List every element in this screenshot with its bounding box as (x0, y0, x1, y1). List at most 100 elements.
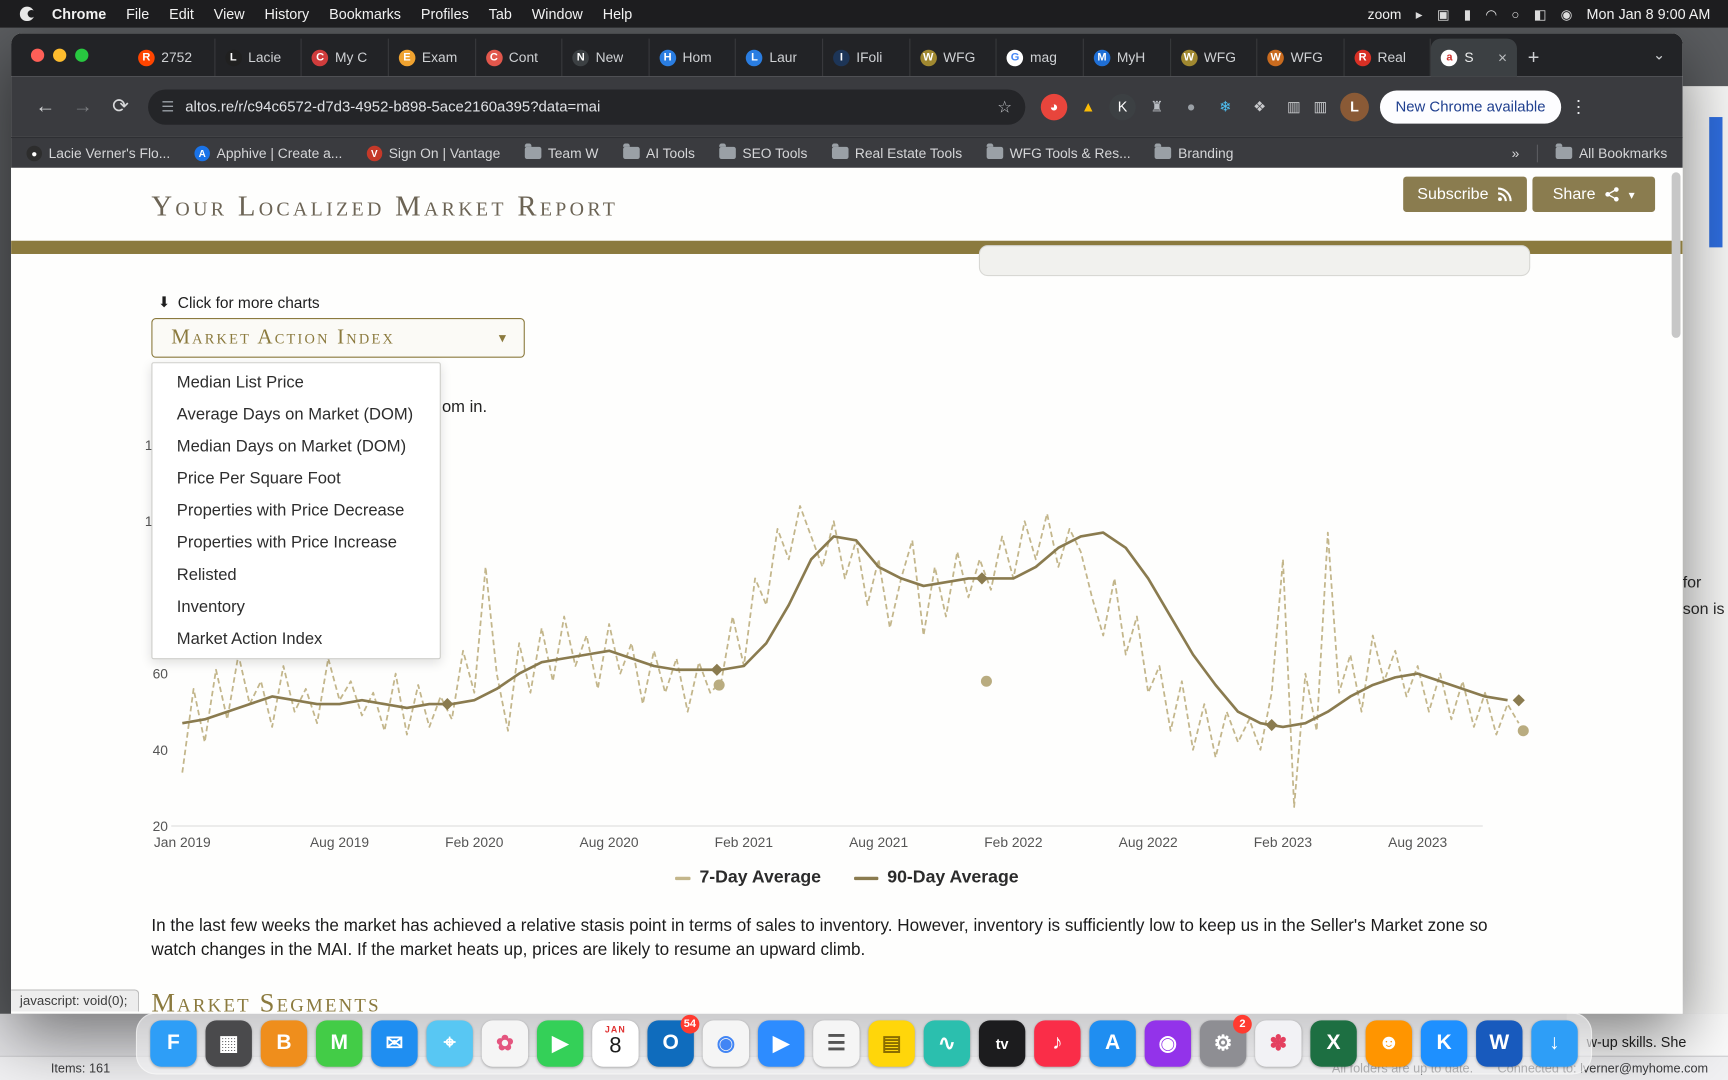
reload-button[interactable]: ⟳ (102, 95, 140, 118)
dock-icon-word[interactable]: W (1476, 1020, 1523, 1067)
close-window-button[interactable] (30, 48, 45, 62)
chart-menu-item[interactable]: Median Days on Market (DOM) (152, 431, 439, 463)
zoom-window-button[interactable] (75, 48, 89, 62)
back-button[interactable]: ← (27, 95, 65, 118)
chart-menu-item[interactable]: Median List Price (152, 367, 439, 399)
bookmark-item[interactable]: ● Lacie Verner's Flo... (26, 145, 170, 161)
new-chrome-available-button[interactable]: New Chrome available (1379, 89, 1561, 124)
browser-tab[interactable]: C My C (302, 38, 389, 77)
menu-item-help[interactable]: Help (603, 6, 633, 23)
dock-icon-keynote[interactable]: K (1420, 1020, 1468, 1067)
gray-extension-icon[interactable]: ● (1178, 93, 1205, 120)
browser-tab[interactable]: H Hom (649, 38, 737, 77)
k-extension-icon[interactable]: K (1109, 93, 1136, 120)
chart-menu-item[interactable]: Price Per Square Foot (152, 463, 439, 495)
dock-icon-calendar[interactable]: JAN 8 (592, 1020, 639, 1067)
menu-item-view[interactable]: View (214, 6, 245, 23)
bookmark-item[interactable]: Real Estate Tools (831, 143, 962, 161)
dock-icon-launchpad[interactable]: ▦ (205, 1020, 252, 1067)
page-scrollbar-thumb[interactable] (1671, 172, 1681, 338)
menu-item-bookmarks[interactable]: Bookmarks (329, 6, 401, 23)
browser-tab[interactable]: M MyH (1084, 38, 1171, 77)
menu-item-history[interactable]: History (265, 6, 310, 23)
site-settings-icon[interactable]: ☰ (161, 98, 174, 116)
dock-icon-blender[interactable]: B (260, 1020, 308, 1067)
browser-tab[interactable]: L Lacie (215, 38, 302, 77)
browser-tab[interactable]: Gmag (997, 38, 1084, 77)
siri-icon[interactable]: ◉ (1561, 6, 1573, 21)
bookmark-star-icon[interactable]: ☆ (997, 97, 1012, 117)
chart-selector-dropdown-button[interactable]: Market Action Index ▾ (151, 318, 525, 358)
spotlight-search-icon[interactable]: ○ (1511, 6, 1519, 21)
subscribe-button[interactable]: Subscribe (1403, 176, 1527, 213)
chart-menu-item[interactable]: Market Action Index (152, 623, 439, 655)
side-panel-icon[interactable]: ▥ (1281, 93, 1308, 120)
bookmark-item[interactable]: A Apphive | Create a... (194, 145, 342, 161)
dock-icon-stickies[interactable]: ▤ (868, 1020, 915, 1067)
bookmark-item[interactable]: SEO Tools (719, 143, 807, 161)
control-center-icon[interactable]: ◧ (1534, 6, 1547, 21)
drive-extension-icon[interactable]: ▲ (1075, 93, 1102, 120)
browser-tab[interactable]: W WFG (1257, 38, 1345, 77)
side-panel-icon[interactable]: ▥ (1307, 93, 1334, 120)
profile-avatar[interactable]: L (1340, 92, 1369, 121)
castle-extension-icon[interactable]: ♜ (1144, 93, 1171, 120)
dock-icon-system-settings[interactable]: ⚙ 2 (1199, 1014, 1252, 1067)
forward-button[interactable]: → (64, 95, 102, 118)
colors-extension-icon[interactable]: ◕ (1040, 93, 1068, 120)
dock-icon-shazam[interactable]: ∿ (923, 1020, 971, 1067)
dock-icon-app-store[interactable]: A (1089, 1020, 1136, 1067)
dock-icon-pinwheel-app[interactable]: ✽ (1255, 1020, 1302, 1067)
dock-icon-chrome[interactable]: ◉ (702, 1020, 750, 1067)
bookmark-item[interactable]: Branding (1154, 143, 1233, 161)
browser-tab[interactable]: N New (563, 38, 650, 77)
bookmark-item[interactable]: Team W (524, 143, 598, 161)
dock-icon-finder[interactable]: F (150, 1020, 197, 1067)
tab-search-chevron-icon[interactable]: ⌄ (1653, 46, 1665, 64)
dock-icon-photos[interactable]: ✿ (481, 1020, 529, 1067)
chart-menu-item[interactable]: Relisted (152, 559, 439, 591)
extensions-puzzle-icon[interactable]: ❖ (1246, 93, 1273, 120)
menu-item-edit[interactable]: Edit (169, 6, 194, 23)
chart-menu-item[interactable]: Inventory (152, 591, 439, 623)
apple-logo-icon[interactable] (19, 6, 36, 21)
dock-icon-facetime[interactable]: ▶ (536, 1020, 584, 1067)
zoom-menubar-label[interactable]: zoom (1368, 6, 1402, 21)
browser-tab[interactable]: R 2752 (128, 38, 216, 77)
dock-icon-mail[interactable]: ✉ (371, 1020, 418, 1067)
share-button[interactable]: Share ▾ (1532, 176, 1656, 213)
browser-tab[interactable]: C Cont (476, 38, 563, 77)
bookmarks-overflow-chevron[interactable]: » (1512, 145, 1520, 160)
dock-icon-apple-tv[interactable]: tv (978, 1020, 1026, 1067)
browser-tab[interactable]: L Laur (736, 38, 824, 77)
browser-tab[interactable]: E Exam (389, 38, 476, 77)
browser-tab[interactable]: I IFoli (823, 38, 910, 77)
new-tab-button[interactable]: + (1517, 39, 1550, 77)
wifi-icon[interactable]: ◠ (1485, 6, 1497, 21)
dock-icon-outlook[interactable]: O 54 (647, 1014, 700, 1067)
bookmark-item[interactable]: WFG Tools & Res... (986, 143, 1131, 161)
browser-tab[interactable]: R Real (1344, 38, 1432, 77)
browser-tab[interactable]: a S × (1431, 38, 1517, 77)
tab-close-icon[interactable]: × (1498, 49, 1507, 67)
dock-icon-excel[interactable]: X (1310, 1020, 1357, 1067)
video-icon[interactable]: ▸ (1416, 6, 1423, 21)
bookmark-item[interactable]: V Sign On | Vantage (366, 145, 500, 161)
menu-item-window[interactable]: Window (532, 6, 583, 23)
chart-menu-item[interactable]: Properties with Price Decrease (152, 495, 439, 527)
battery-icon[interactable]: ▮ (1464, 6, 1471, 21)
dock-icon-music[interactable]: ♪ (1034, 1020, 1081, 1067)
collapsed-panel[interactable] (978, 245, 1531, 277)
browser-tab[interactable]: W WFG (910, 38, 997, 77)
minimize-window-button[interactable] (53, 48, 67, 62)
menu-app-name[interactable]: Chrome (52, 6, 106, 23)
dock-icon-downloads[interactable]: ↓ (1531, 1020, 1578, 1067)
dock-icon-messages[interactable]: M (315, 1020, 363, 1067)
menu-item-profiles[interactable]: Profiles (421, 6, 469, 23)
all-bookmarks-button[interactable]: All Bookmarks (1555, 143, 1667, 161)
menu-item-file[interactable]: File (126, 6, 149, 23)
dock-icon-podcasts[interactable]: ◉ (1144, 1020, 1192, 1067)
menubar-clock[interactable]: Mon Jan 8 9:00 AM (1587, 6, 1711, 23)
browser-tab[interactable]: W WFG (1171, 38, 1258, 77)
bookmark-item[interactable]: AI Tools (622, 143, 695, 161)
